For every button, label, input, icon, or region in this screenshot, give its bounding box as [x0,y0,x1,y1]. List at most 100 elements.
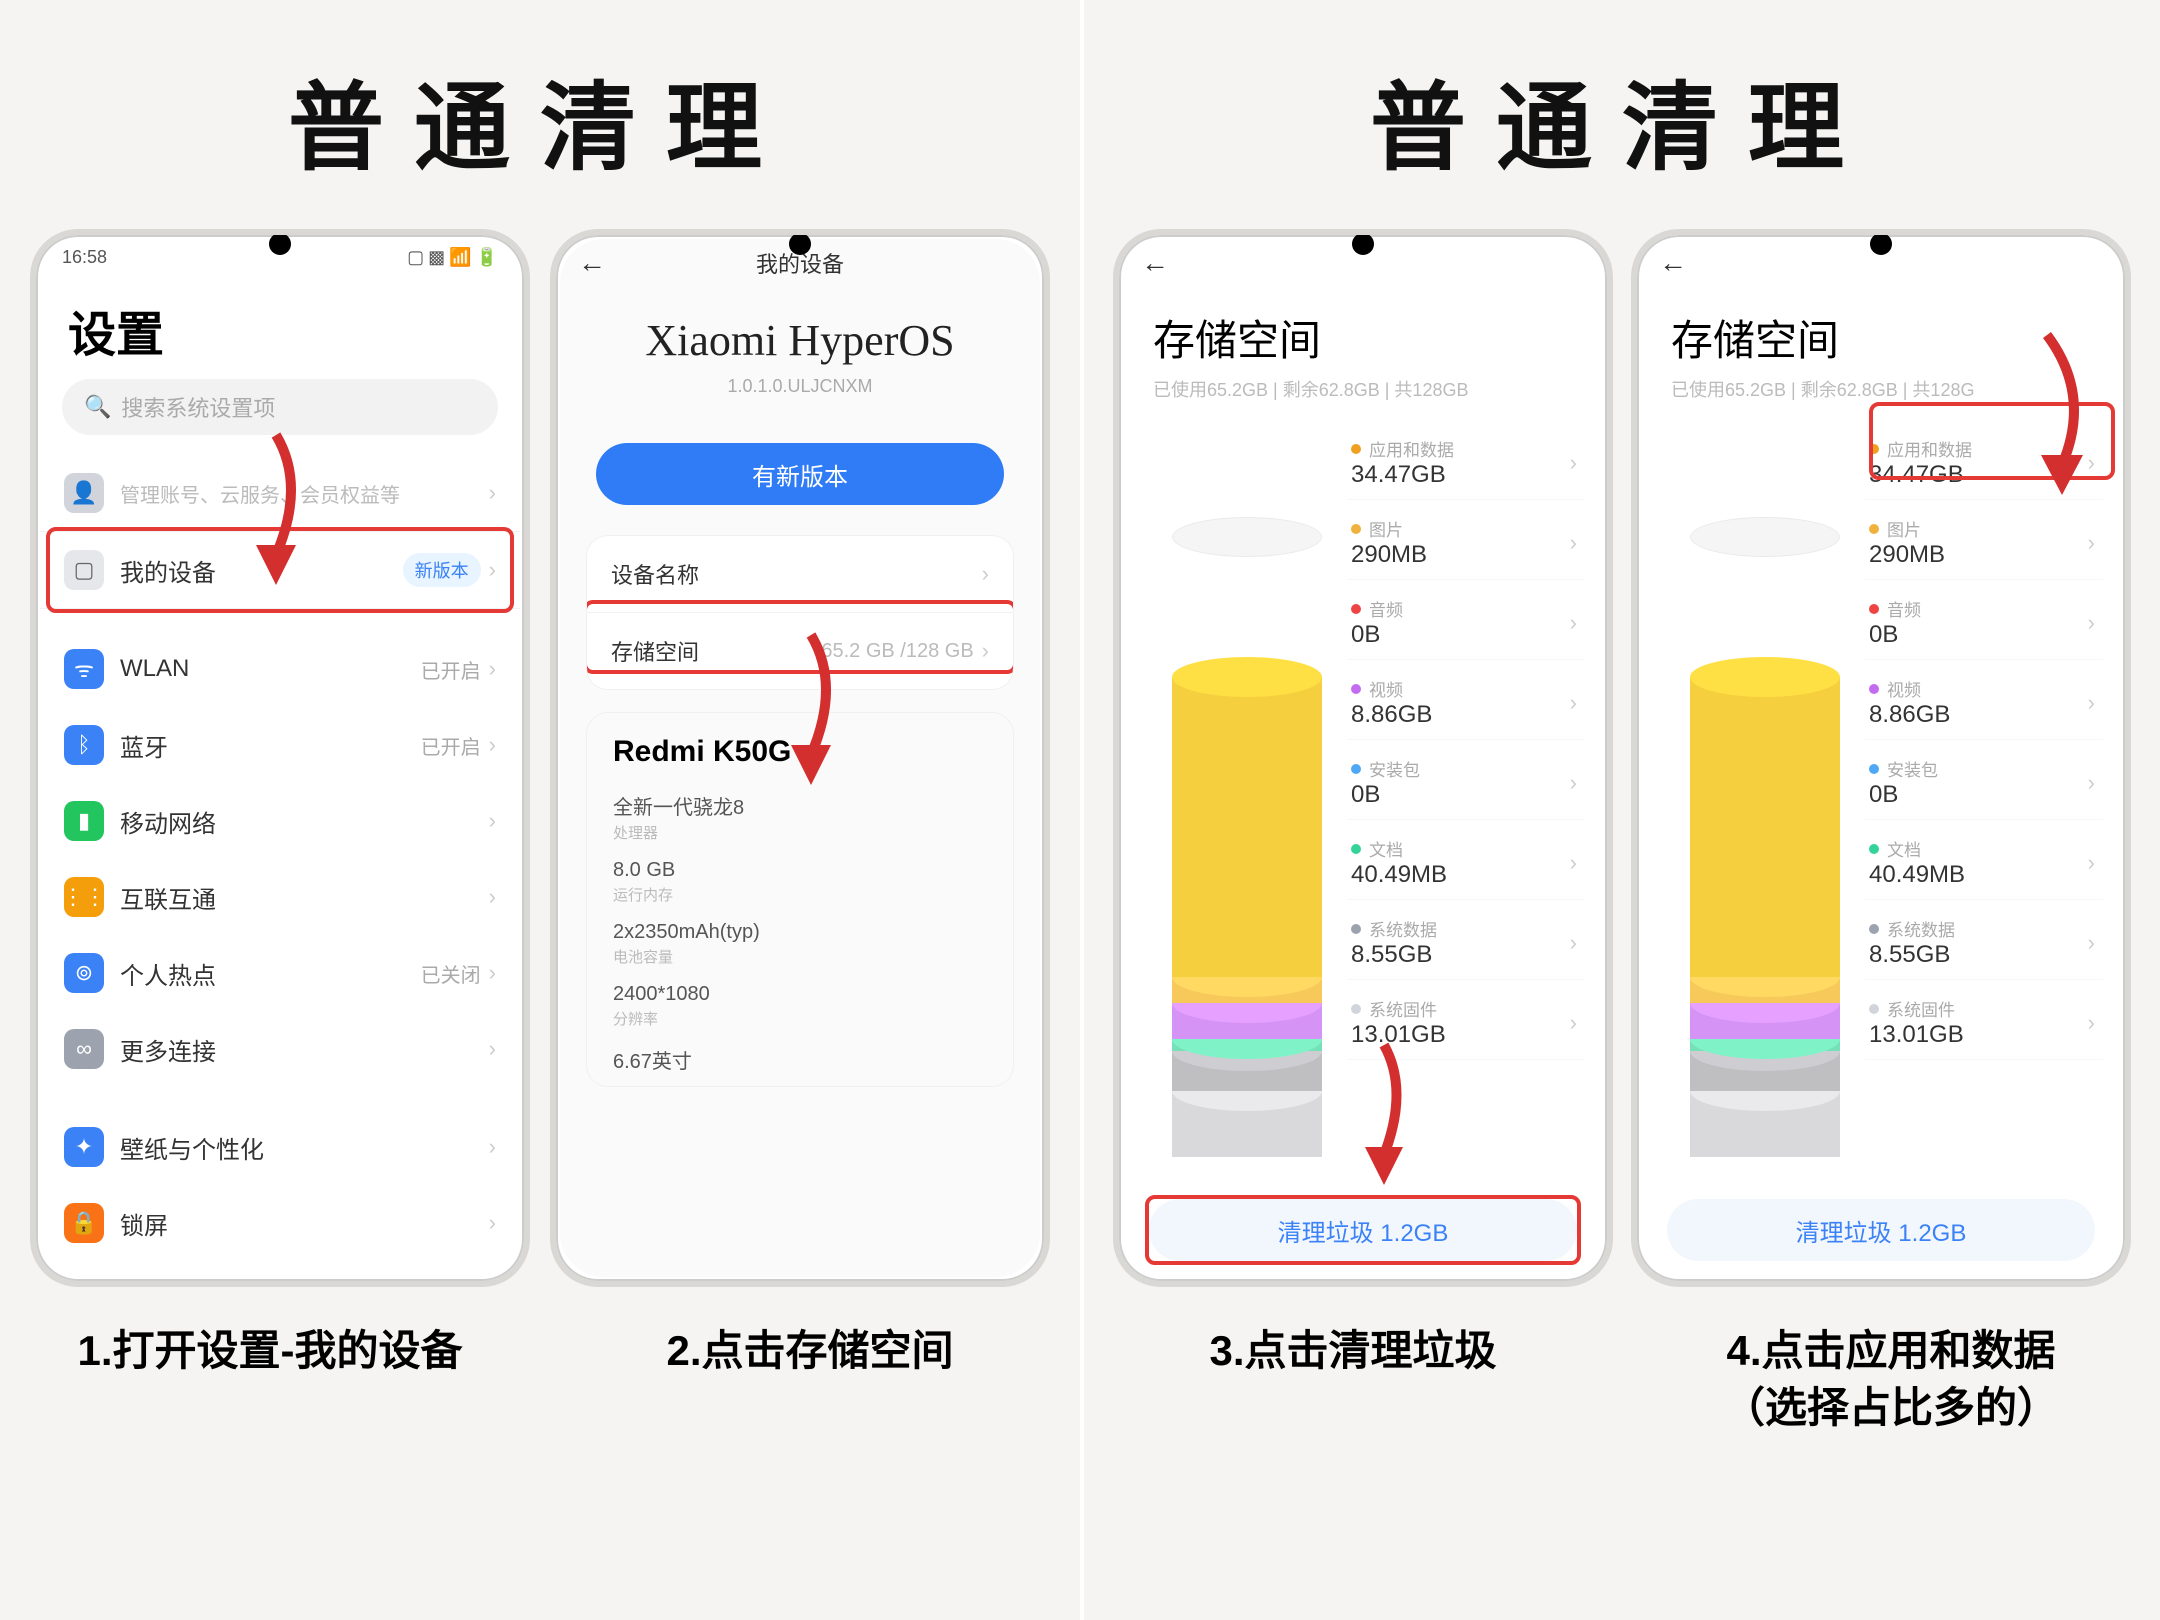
legend-item[interactable]: 图片 290MB › [1347,508,1585,580]
item-label: 蓝牙 [120,728,168,763]
back-icon[interactable]: ← [1141,247,1169,279]
chevron-right-icon: › [2088,930,2095,956]
legend-value: 8.86GB [1351,701,1432,729]
chevron-right-icon: › [2088,610,2095,636]
phone-4: ← 存储空间 已使用65.2GB | 剩余62.8GB | 共128G 应用和数… [1631,229,2131,1287]
chevron-right-icon: › [2088,450,2095,476]
storage-value: 65.2 GB /128 GB [821,640,973,663]
spec-value: 全新一代骁龙8 [613,791,987,820]
legend-item[interactable]: 应用和数据 34.47GB › [1865,428,2103,500]
legend-item[interactable]: 文档 40.49MB › [1347,828,1585,900]
legend-item[interactable]: 音频 0B › [1865,588,2103,660]
settings-item-link[interactable]: ⋮⋮ 互联互通 › [40,859,520,935]
settings-item-wifi[interactable]: ᯤ WLAN 已开启› [40,631,520,707]
legend-name: 图片 [1887,516,1921,541]
item-status: 已开启 [421,655,481,684]
chevron-right-icon: › [489,1036,496,1062]
spec-card: Redmi K50G 全新一代骁龙8 处理器8.0 GB 运行内存2x2350m… [586,712,1014,1087]
dot-icon [1351,524,1361,534]
account-row[interactable]: 👤 管理账号、云服务、会员权益等 › [40,455,520,531]
bt-icon: ᛒ [64,725,104,765]
chevron-right-icon: › [1570,610,1577,636]
legend-item[interactable]: 安装包 0B › [1347,748,1585,820]
my-device-label: 我的设备 [120,553,216,588]
notch-icon [269,233,291,255]
item-label: 移动网络 [120,804,216,839]
device-name-row[interactable]: 设备名称 › [587,536,1013,612]
dot-icon [1351,764,1361,774]
os-brand: Xiaomi HyperOS [560,315,1040,366]
device-icon: ▢ [64,550,104,590]
dot-icon [1869,444,1879,454]
settings-item-hotspot[interactable]: ⊚ 个人热点 已关闭› [40,935,520,1011]
sim-icon: ▮ [64,801,104,841]
lock-icon: 🔒 [64,1203,104,1243]
settings-item-theme[interactable]: ✦ 壁纸与个性化 › [40,1109,520,1185]
chevron-right-icon: › [489,1134,496,1160]
dot-icon [1351,684,1361,694]
os-version: 1.0.1.0.ULJCNXM [560,376,1040,397]
search-input[interactable]: 🔍 搜索系统设置项 [62,379,498,435]
chevron-right-icon: › [2088,770,2095,796]
legend-value: 290MB [1351,541,1427,569]
legend-name: 视频 [1887,676,1921,701]
avatar-icon: 👤 [64,473,104,513]
legend-item[interactable]: 系统数据 8.55GB › [1347,908,1585,980]
legend-item[interactable]: 系统数据 8.55GB › [1865,908,2103,980]
legend-item[interactable]: 图片 290MB › [1865,508,2103,580]
legend-item[interactable]: 视频 8.86GB › [1347,668,1585,740]
storage-summary: 已使用65.2GB | 剩余62.8GB | 共128G [1641,376,2121,402]
back-icon[interactable]: ← [578,247,606,279]
dot-icon [1351,924,1361,934]
legend-item[interactable]: 视频 8.86GB › [1865,668,2103,740]
settings-item-more[interactable]: ∞ 更多连接 › [40,1011,520,1087]
dot-icon [1351,444,1361,454]
settings-item-sim[interactable]: ▮ 移动网络 › [40,783,520,859]
legend-name: 视频 [1369,676,1403,701]
chevron-right-icon: › [489,732,496,758]
clean-button[interactable]: 清理垃圾 1.2GB [1667,1199,2095,1261]
search-icon: 🔍 [84,394,111,420]
legend-item[interactable]: 音频 0B › [1347,588,1585,660]
storage-cylinder [1172,537,1322,1157]
chevron-right-icon: › [982,561,989,587]
chevron-right-icon: › [1570,530,1577,556]
legend-value: 13.01GB [1869,1021,1964,1049]
chevron-right-icon: › [489,884,496,910]
spec-label: 运行内存 [613,884,987,905]
legend-item[interactable]: 系统固件 13.01GB › [1865,988,2103,1060]
legend-item[interactable]: 安装包 0B › [1865,748,2103,820]
chevron-right-icon: › [489,480,496,506]
item-label: WLAN [120,655,189,683]
legend-value: 34.47GB [1351,461,1454,489]
dot-icon [1869,764,1879,774]
chevron-right-icon: › [489,656,496,682]
settings-item-lock[interactable]: 🔒 锁屏 › [40,1185,520,1261]
clock: 16:58 [62,247,107,268]
my-device-row[interactable]: ▢ 我的设备 新版本› [40,531,520,609]
update-button[interactable]: 有新版本 [596,443,1004,505]
storage-row[interactable]: 存储空间 65.2 GB /128 GB› [587,612,1013,689]
legend-item[interactable]: 应用和数据 34.47GB › [1347,428,1585,500]
spec-label: 分辨率 [613,1008,987,1029]
new-badge: 新版本 [403,553,481,587]
clean-button[interactable]: 清理垃圾 1.2GB [1149,1199,1577,1261]
legend-item[interactable]: 系统固件 13.01GB › [1347,988,1585,1060]
item-status: 已开启 [421,731,481,760]
title-left: 普通清理 [0,50,1080,189]
item-status: 已关闭 [421,959,481,988]
legend-value: 0B [1869,781,1938,809]
legend-item[interactable]: 文档 40.49MB › [1865,828,2103,900]
model-name: Redmi K50G [613,735,987,769]
back-icon[interactable]: ← [1659,247,1687,279]
spec-value: 2x2350mAh(typ) [613,921,987,944]
device-name-label: 设备名称 [611,558,699,590]
legend-name: 文档 [1369,836,1403,861]
legend-name: 音频 [1369,596,1403,621]
dot-icon [1351,604,1361,614]
settings-item-bt[interactable]: ᛒ 蓝牙 已开启 › [40,707,520,783]
spec-label: 处理器 [613,822,987,843]
chevron-right-icon: › [1570,770,1577,796]
storage-title: 存储空间 [1123,287,1603,376]
item-label: 互联互通 [120,880,216,915]
